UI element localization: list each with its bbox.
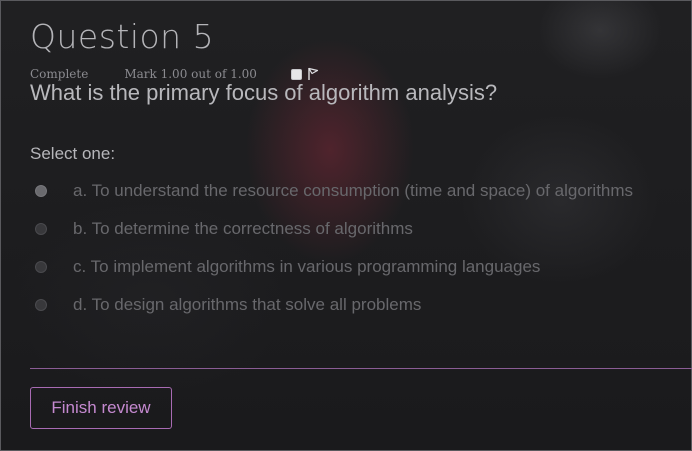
answer-label-c: c. To implement algorithms in various pr… xyxy=(73,257,541,276)
finish-review-button[interactable]: Finish review xyxy=(30,387,172,429)
answer-radio-b[interactable] xyxy=(35,223,47,235)
answer-radio-d[interactable] xyxy=(35,299,47,311)
answer-option-c[interactable]: c. To implement algorithms in various pr… xyxy=(30,248,692,286)
section-divider xyxy=(30,368,692,369)
question-panel: Question 5 Complete Mark 1.00 out of 1.0… xyxy=(30,14,692,324)
answer-option-a[interactable]: a. To understand the resource consumptio… xyxy=(30,172,692,210)
question-title: Question 5 xyxy=(30,17,215,56)
answer-option-d[interactable]: d. To design algorithms that solve all p… xyxy=(30,286,692,324)
answer-label-d: d. To design algorithms that solve all p… xyxy=(73,295,422,314)
answer-radio-a[interactable] xyxy=(35,185,47,197)
answer-option-b[interactable]: b. To determine the correctness of algor… xyxy=(30,210,692,248)
answer-radio-c[interactable] xyxy=(35,261,47,273)
answer-label-a: a. To understand the resource consumptio… xyxy=(73,181,634,200)
select-one-prompt: Select one: xyxy=(30,144,116,163)
answer-options: a. To understand the resource consumptio… xyxy=(30,172,692,324)
question-text: What is the primary focus of algorithm a… xyxy=(30,80,498,105)
answer-label-b: b. To determine the correctness of algor… xyxy=(73,219,413,238)
